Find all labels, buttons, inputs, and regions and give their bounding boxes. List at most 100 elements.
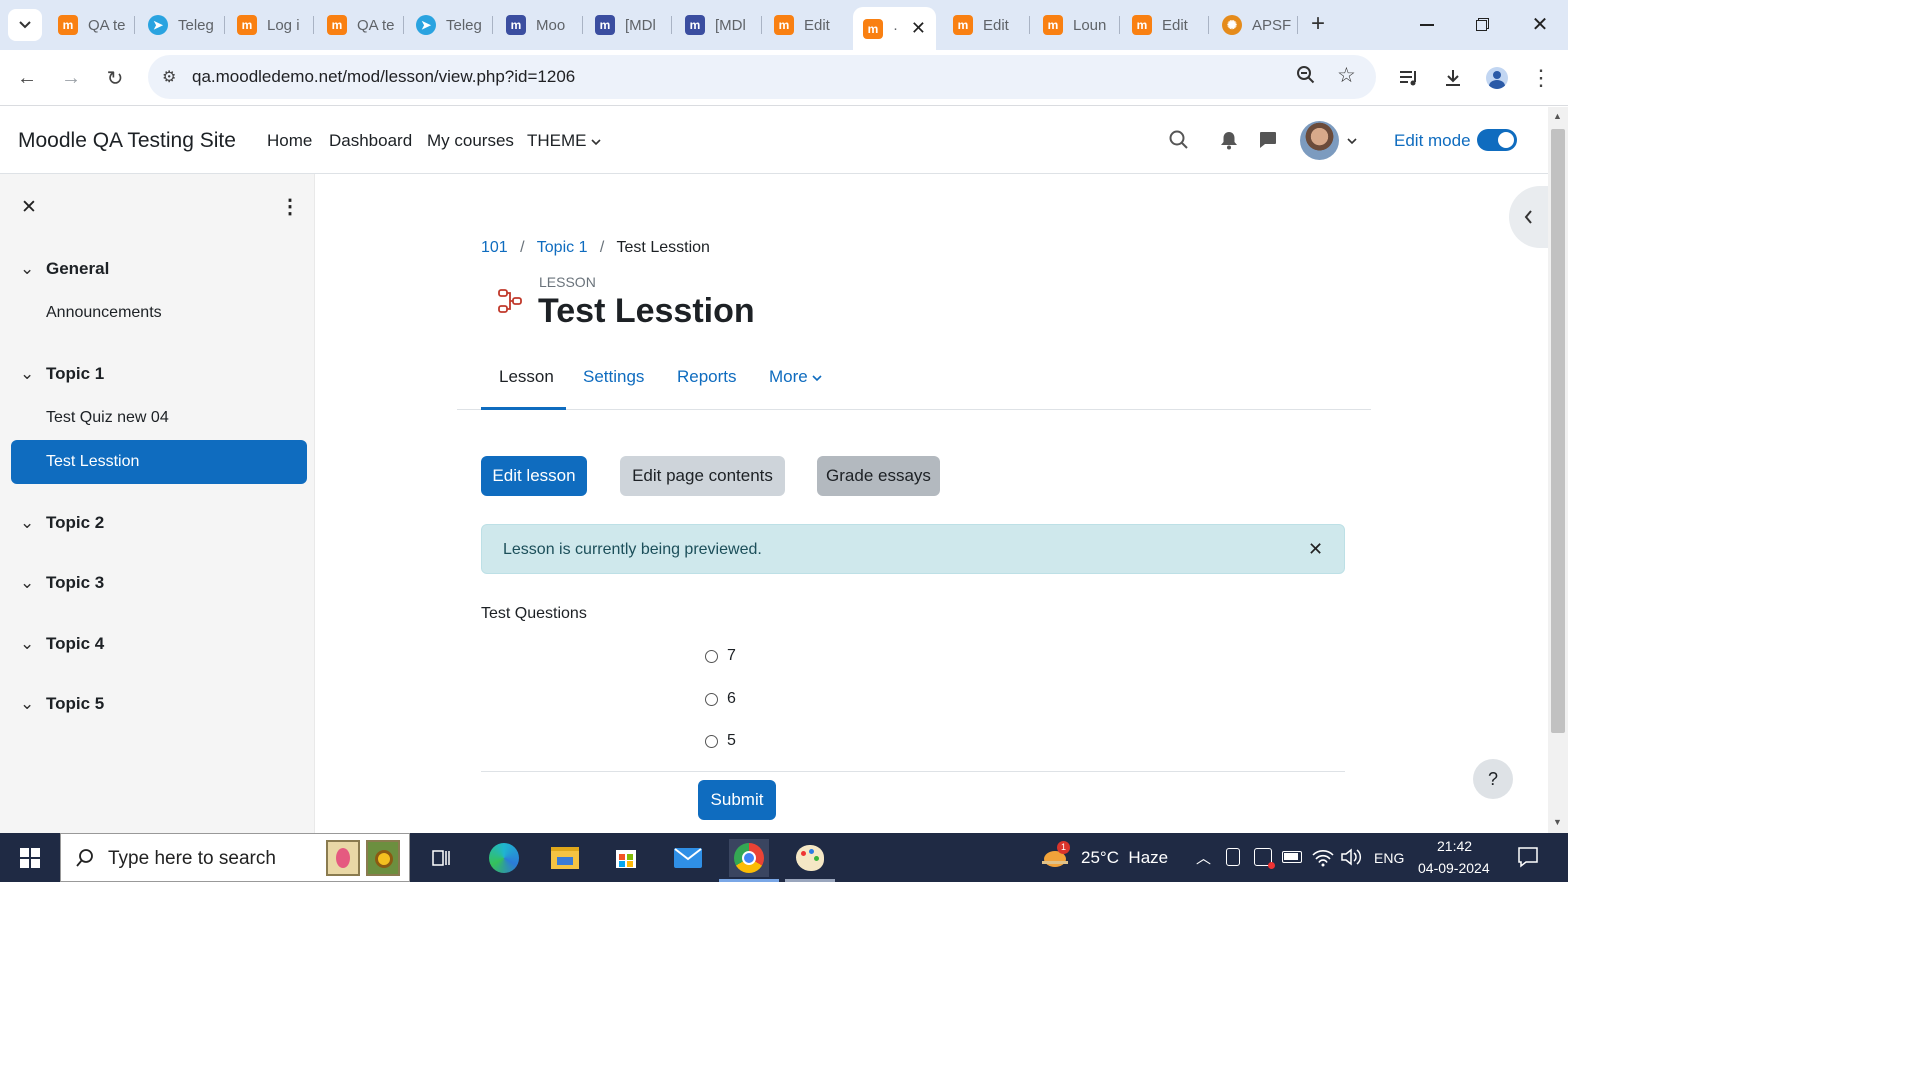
search-icon[interactable] xyxy=(1169,130,1189,155)
paint-icon[interactable] xyxy=(790,839,830,877)
taskbar-search-box[interactable]: Type here to search xyxy=(60,833,410,882)
profile-icon[interactable] xyxy=(1483,64,1511,92)
tab-lesson[interactable]: Lesson xyxy=(499,367,554,387)
battery-icon[interactable] xyxy=(1282,851,1302,863)
course-item-test-lesstion-active[interactable]: Test Lesstion xyxy=(11,440,307,484)
browser-tab-9[interactable]: m Edit xyxy=(774,9,844,41)
browser-tab-7[interactable]: m [MDl xyxy=(595,9,665,41)
radio-button[interactable] xyxy=(705,649,718,663)
back-icon[interactable]: ← xyxy=(13,64,41,92)
section-topic-2[interactable]: ⌄ Topic 2 xyxy=(20,513,104,533)
radio-button[interactable] xyxy=(705,692,718,706)
mail-icon[interactable] xyxy=(668,839,708,877)
messages-icon[interactable] xyxy=(1258,131,1277,154)
browser-tab-4[interactable]: m QA te xyxy=(327,9,397,41)
section-topic-3[interactable]: ⌄ Topic 3 xyxy=(20,573,104,593)
avatar[interactable] xyxy=(1300,121,1339,160)
tab-search-button[interactable] xyxy=(8,9,42,41)
download-icon[interactable] xyxy=(1439,64,1467,92)
browser-tab-5[interactable]: ➤ Teleg xyxy=(416,9,486,41)
browser-tab-14[interactable]: ✺ APSF xyxy=(1222,9,1292,41)
microsoft-store-icon[interactable] xyxy=(606,839,646,877)
notification-center-icon[interactable] xyxy=(1517,846,1539,868)
edit-lesson-button[interactable]: Edit lesson xyxy=(481,456,587,496)
system-tray-app-icon[interactable] xyxy=(1254,848,1275,869)
forward-icon[interactable]: → xyxy=(57,64,85,92)
tab-more[interactable]: More xyxy=(769,367,823,387)
windows-start-icon[interactable] xyxy=(10,839,50,877)
media-control-icon[interactable] xyxy=(1395,64,1423,92)
section-topic-5[interactable]: ⌄ Topic 5 xyxy=(20,694,104,714)
browser-tab-active[interactable]: m · ✕ xyxy=(853,7,936,50)
scrollbar-thumb[interactable] xyxy=(1551,129,1565,733)
meet-now-icon[interactable] xyxy=(1226,848,1240,866)
browser-tab-3[interactable]: m Log i xyxy=(237,9,307,41)
wifi-icon[interactable] xyxy=(1312,847,1334,867)
browser-tab-2[interactable]: ➤ Teleg xyxy=(148,9,218,41)
section-topic-4[interactable]: ⌄ Topic 4 xyxy=(20,634,104,654)
new-tab-button[interactable]: + xyxy=(1305,11,1331,37)
tab-reports[interactable]: Reports xyxy=(677,367,737,387)
moodle-icon: m xyxy=(774,15,794,35)
breadcrumb-course[interactable]: 101 xyxy=(481,239,508,256)
page-scrollbar[interactable]: ▲ ▼ xyxy=(1548,107,1568,833)
browser-tab-8[interactable]: m [MDl xyxy=(685,9,755,41)
restore-button[interactable] xyxy=(1468,14,1498,36)
nav-home[interactable]: Home xyxy=(267,131,312,151)
browser-tab-1[interactable]: m QA te xyxy=(58,9,128,41)
task-view-icon[interactable] xyxy=(421,839,461,877)
browser-menu-icon[interactable]: ⋮ xyxy=(1527,64,1555,92)
scroll-down-icon[interactable]: ▼ xyxy=(1553,817,1562,827)
help-button[interactable]: ? xyxy=(1473,759,1513,799)
course-item-announcements[interactable]: Announcements xyxy=(46,304,162,322)
site-name[interactable]: Moodle QA Testing Site xyxy=(18,129,236,153)
tab-settings[interactable]: Settings xyxy=(583,367,644,387)
section-topic-1[interactable]: ⌄ Topic 1 xyxy=(20,364,104,384)
url-text[interactable]: qa.moodledemo.net/mod/lesson/view.php?id… xyxy=(192,67,575,87)
nav-dashboard[interactable]: Dashboard xyxy=(329,131,412,151)
address-bar[interactable]: ⚙ qa.moodledemo.net/mod/lesson/view.php?… xyxy=(148,55,1376,99)
edge-browser-icon[interactable] xyxy=(484,839,524,877)
submit-button[interactable]: Submit xyxy=(698,780,776,820)
course-item-test-quiz[interactable]: Test Quiz new 04 xyxy=(46,409,169,427)
weather-icon[interactable]: 1 xyxy=(1040,841,1070,871)
answer-option-3[interactable]: 5 xyxy=(705,730,736,752)
browser-tab-6[interactable]: m Moo xyxy=(506,9,576,41)
zoom-icon[interactable] xyxy=(1296,65,1316,90)
close-tab-icon[interactable]: ✕ xyxy=(911,18,926,39)
breadcrumb-topic[interactable]: Topic 1 xyxy=(537,239,588,256)
close-drawer-icon[interactable]: ✕ xyxy=(21,196,37,219)
grade-essays-button[interactable]: Grade essays xyxy=(817,456,940,496)
edit-page-contents-button[interactable]: Edit page contents xyxy=(620,456,785,496)
reload-icon[interactable]: ↻ xyxy=(101,64,129,92)
moodle-icon: m xyxy=(237,15,257,35)
browser-tab-11[interactable]: m Edit xyxy=(953,9,1023,41)
drawer-menu-icon[interactable]: ⋮ xyxy=(280,194,300,219)
weather-text[interactable]: 25°C Haze xyxy=(1081,848,1168,868)
chevron-up-icon[interactable]: ︿ xyxy=(1196,847,1211,868)
answer-option-1[interactable]: 7 xyxy=(705,645,736,667)
radio-button[interactable] xyxy=(705,734,718,748)
language-indicator[interactable]: ENG xyxy=(1374,850,1404,866)
browser-tab-13[interactable]: m Edit xyxy=(1132,9,1202,41)
browser-tab-12[interactable]: m Loun xyxy=(1043,9,1113,41)
close-window-button[interactable]: ✕ xyxy=(1525,12,1555,38)
section-general[interactable]: ⌄ General xyxy=(20,259,109,279)
scroll-up-icon[interactable]: ▲ xyxy=(1553,111,1562,121)
notifications-bell-icon[interactable] xyxy=(1220,131,1238,155)
clock-date[interactable]: 04-09-2024 xyxy=(1418,860,1490,876)
clock-time[interactable]: 21:42 xyxy=(1437,838,1472,854)
search-highlight-image-2 xyxy=(366,840,400,876)
nav-theme[interactable]: THEME xyxy=(527,131,601,151)
nav-my-courses[interactable]: My courses xyxy=(427,131,514,151)
edit-mode-toggle[interactable] xyxy=(1477,129,1517,151)
site-info-icon[interactable]: ⚙ xyxy=(162,67,176,87)
chevron-down-icon[interactable] xyxy=(1347,138,1357,145)
bookmark-star-icon[interactable]: ☆ xyxy=(1337,63,1356,88)
answer-option-2[interactable]: 6 xyxy=(705,688,736,710)
minimize-button[interactable] xyxy=(1412,14,1442,34)
chrome-icon[interactable] xyxy=(729,839,769,877)
volume-icon[interactable] xyxy=(1340,847,1362,867)
file-explorer-icon[interactable] xyxy=(545,839,585,877)
close-alert-icon[interactable]: ✕ xyxy=(1308,539,1323,560)
